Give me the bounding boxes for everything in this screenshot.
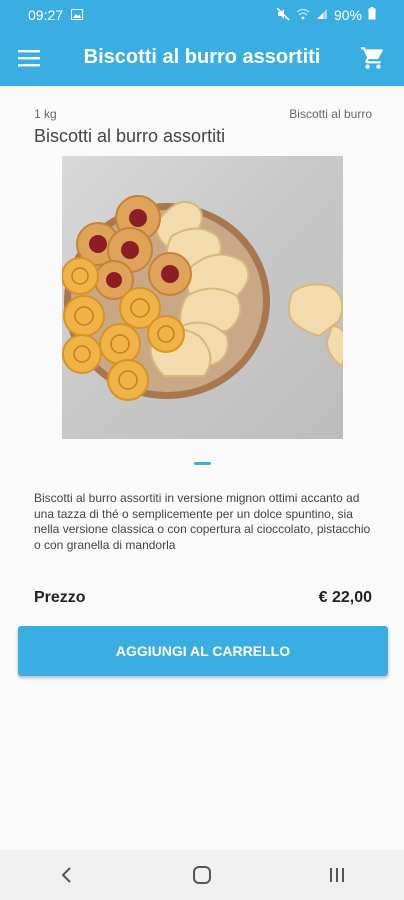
wifi-icon bbox=[296, 7, 310, 23]
product-detail: 1 kg Biscotti al burro Biscotti al burro… bbox=[0, 86, 404, 850]
product-title: Biscotti al burro assortiti bbox=[34, 126, 226, 146]
cookies-illustration bbox=[62, 195, 343, 401]
price-value: € 22,00 bbox=[318, 589, 372, 606]
add-to-cart-button[interactable]: AGGIUNGI AL CARRELLO bbox=[18, 626, 388, 676]
cart-icon bbox=[361, 47, 383, 69]
carousel-indicator[interactable] bbox=[194, 462, 211, 465]
product-image[interactable] bbox=[62, 156, 343, 439]
recents-icon bbox=[329, 868, 344, 882]
recents-button[interactable] bbox=[317, 855, 357, 895]
battery-icon bbox=[368, 7, 376, 23]
product-category: Biscotti al burro bbox=[289, 107, 372, 121]
price-label: Prezzo bbox=[34, 589, 86, 606]
system-nav-bar bbox=[0, 850, 404, 900]
product-description: Biscotti al burro assortiti in versione … bbox=[34, 491, 371, 552]
price-row: Prezzo € 22,00 bbox=[34, 589, 372, 607]
image-icon bbox=[71, 7, 84, 23]
app-bar: Biscotti al burro assortiti bbox=[0, 30, 404, 86]
product-meta-row: 1 kg Biscotti al burro bbox=[34, 107, 372, 121]
status-right: 90% bbox=[276, 6, 376, 24]
back-button[interactable] bbox=[47, 855, 87, 895]
cart-button[interactable] bbox=[360, 45, 386, 71]
status-bar: 09:27 90% bbox=[0, 0, 404, 30]
mute-icon bbox=[276, 6, 290, 24]
home-button[interactable] bbox=[182, 855, 222, 895]
product-weight: 1 kg bbox=[34, 107, 57, 121]
status-time: 09:27 bbox=[28, 7, 64, 23]
battery-percent: 90% bbox=[333, 7, 362, 23]
signal-icon bbox=[316, 7, 328, 23]
back-icon bbox=[61, 867, 72, 883]
status-left: 09:27 bbox=[28, 7, 84, 23]
app-title: Biscotti al burro assortiti bbox=[83, 46, 321, 68]
home-icon bbox=[192, 866, 211, 884]
